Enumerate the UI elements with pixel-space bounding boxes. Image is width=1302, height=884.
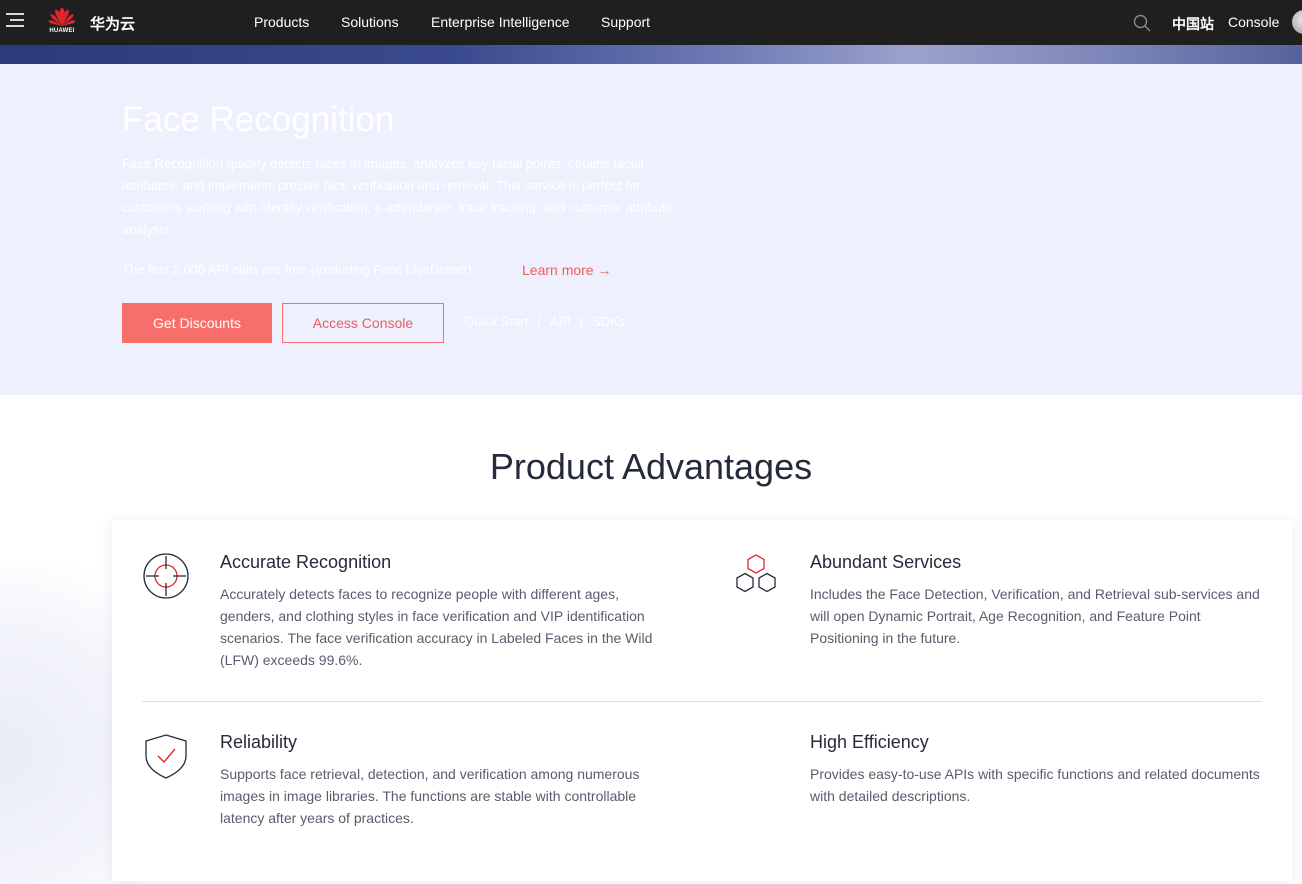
- nav-item-support[interactable]: Support: [601, 14, 650, 30]
- advantages-card: Accurate Recognition Accurately detects …: [112, 520, 1292, 881]
- huawei-logo[interactable]: HUAWEI: [46, 6, 78, 38]
- top-navigation-bar: HUAWEI 华为云 Products Solutions Enterprise…: [0, 0, 1302, 45]
- hero-description: Face Recognition quickly detects faces i…: [122, 156, 673, 237]
- learn-more-link[interactable]: Learn more →: [522, 262, 611, 278]
- section-title-product-advantages: Product Advantages: [489, 446, 813, 487]
- advantage-title-accurate-recognition: Accurate Recognition: [220, 552, 392, 572]
- brand-name[interactable]: 华为云: [90, 13, 135, 34]
- advantage-title-high-efficiency: High Efficiency: [810, 732, 929, 752]
- link-separator: |: [537, 314, 541, 329]
- sdks-link[interactable]: SDKs: [592, 314, 625, 329]
- huawei-flower-icon: [48, 7, 76, 26]
- divider: [142, 701, 1262, 702]
- site-switch-link[interactable]: 中国站: [1172, 14, 1214, 34]
- get-discounts-button[interactable]: Get Discounts: [122, 303, 272, 343]
- advantage-title-abundant-services: Abundant Services: [810, 552, 962, 572]
- link-separator: |: [579, 314, 584, 329]
- advantage-text-abundant-services: Includes the Face Detection, Verificatio…: [810, 586, 1260, 646]
- access-console-button[interactable]: Access Console: [282, 303, 444, 343]
- nav-item-products[interactable]: Products: [254, 14, 309, 30]
- advantage-text-high-efficiency: Provides easy-to-use APIs with specific …: [810, 766, 1260, 804]
- quick-start-link[interactable]: Quick Start: [464, 314, 528, 329]
- shield-check-icon: [142, 732, 190, 780]
- advantage-text-reliability: Supports face retrieval, detection, and …: [220, 766, 640, 826]
- search-icon[interactable]: [1133, 14, 1151, 32]
- hero-banner-image: [0, 45, 1302, 64]
- nav-item-solutions[interactable]: Solutions: [341, 14, 399, 30]
- console-link[interactable]: Console: [1228, 14, 1279, 30]
- free-tier-note: The first 2,000 API calls are free (excl…: [122, 262, 476, 277]
- nav-item-enterprise-intelligence[interactable]: Enterprise Intelligence: [431, 14, 570, 30]
- hamburger-menu-icon[interactable]: [6, 13, 24, 31]
- hexagons-icon: [732, 552, 780, 600]
- avatar[interactable]: [1292, 10, 1302, 34]
- advantage-text-accurate-recognition: Accurately detects faces to recognize pe…: [220, 586, 653, 668]
- page-title: Face Recognition: [122, 100, 395, 139]
- api-link[interactable]: API: [550, 314, 571, 329]
- huawei-logo-text: HUAWEI: [49, 28, 75, 34]
- target-icon: [142, 552, 190, 600]
- advantage-title-reliability: Reliability: [220, 732, 298, 752]
- quick-links: Quick Start | API | SDKs: [464, 314, 625, 329]
